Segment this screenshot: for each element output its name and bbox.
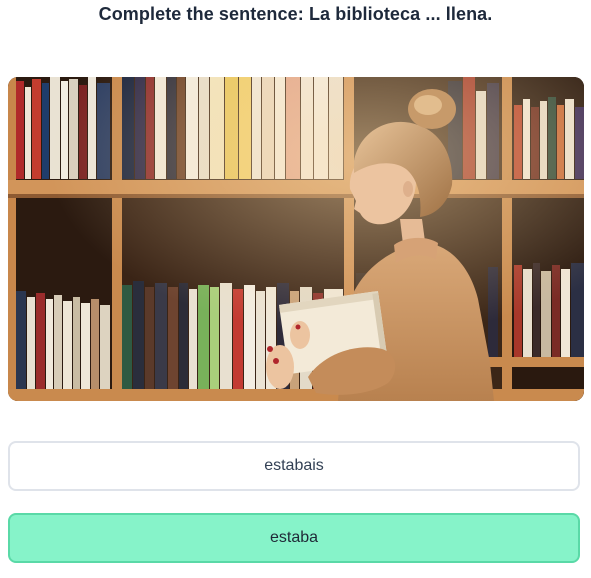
answer-option-estaba[interactable]: estaba [8,513,580,563]
answer-option-label: estaba [269,529,319,546]
answer-option-label: estabais [264,457,324,474]
illustration-image [8,77,584,401]
question-prompt: Complete the sentence: La biblioteca ...… [98,4,493,24]
answer-option-estabais[interactable]: estabais [8,441,580,491]
